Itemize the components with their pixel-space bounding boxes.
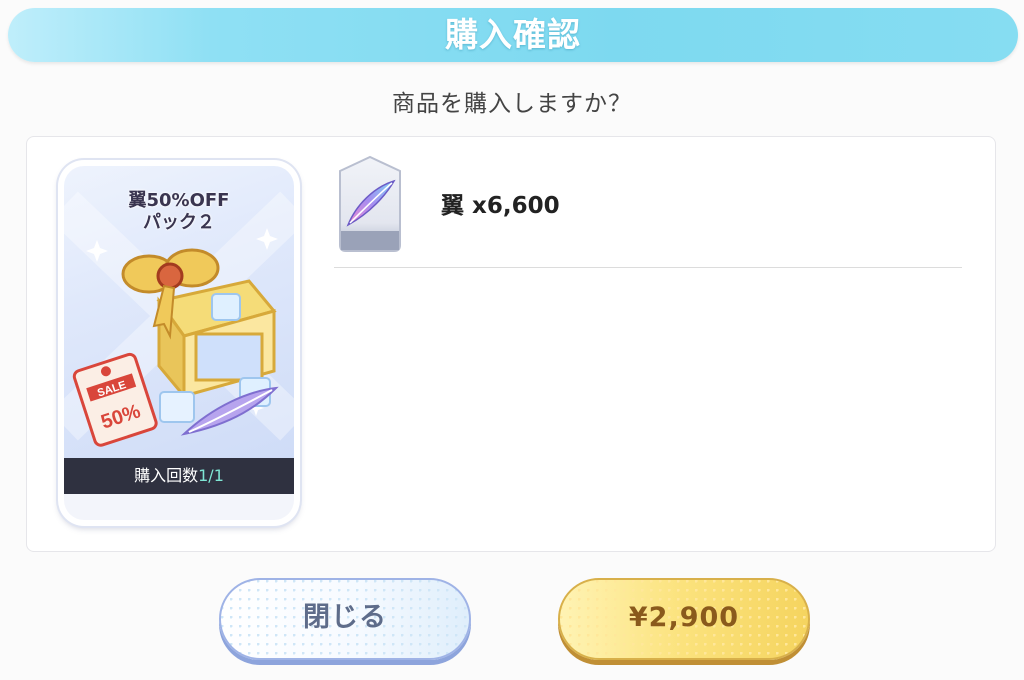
purchase-count-value: 1/1 [198,466,224,485]
purchase-count-label: 購入回数 [134,466,199,485]
card-footer [64,494,294,520]
dialog-title-bar: 購入確認 [8,8,1018,62]
product-name: 翼50%OFF パック２ [64,190,294,234]
item-label: 翼 x6,600 [441,193,560,219]
dialog-title: 購入確認 [445,15,581,54]
product-name-line2: パック２ [143,212,215,233]
purchase-confirm-dialog: 購入確認 商品を購入しますか？ SALE 50% 翼50%OFF パック２ 購入… [0,0,1024,680]
item-divider [334,267,962,268]
close-button[interactable]: 閉じる [219,578,471,660]
product-name-line1: 翼50%OFF [128,190,230,211]
purchase-count-bar: 購入回数1/1 [64,458,294,494]
product-artwork: SALE 50% 翼50%OFF パック２ [64,166,294,458]
confirm-question: 商品を購入しますか？ [392,91,632,117]
product-card: SALE 50% 翼50%OFF パック２ 購入回数1/1 [58,160,300,526]
buy-button[interactable]: ¥2,900 [558,578,810,660]
feather-icon [334,155,406,253]
